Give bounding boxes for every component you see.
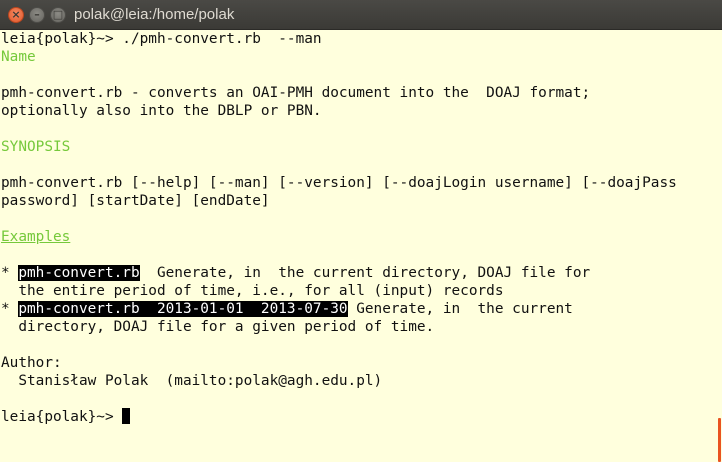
- terminal-output[interactable]: leia{polak}~> ./pmh-convert.rb --man Nam…: [0, 30, 716, 462]
- description-line: pmh-convert.rb - converts an OAI-PMH doc…: [1, 85, 591, 101]
- maximize-window-button[interactable]: □: [50, 7, 66, 23]
- author-line: Stanisław Polak (mailto:polak@agh.edu.pl…: [1, 373, 383, 389]
- title-bar[interactable]: × – □ polak@leia:/home/polak: [0, 0, 722, 30]
- example-item: * pmh-convert.rb Generate, in the curren…: [1, 265, 591, 281]
- section-heading-examples: Examples: [1, 229, 71, 245]
- author-label: Author:: [1, 355, 62, 371]
- terminal-window: × – □ polak@leia:/home/polak leia{polak}…: [0, 0, 722, 462]
- scrollbar-thumb[interactable]: [718, 418, 721, 462]
- example-command-highlight: pmh-convert.rb: [18, 265, 140, 281]
- command-line: leia{polak}~> ./pmh-convert.rb --man: [1, 31, 322, 47]
- minimize-window-button[interactable]: –: [29, 7, 45, 23]
- example-command-highlight: pmh-convert.rb 2013-01-01 2013-07-30: [18, 301, 348, 317]
- prompt-line[interactable]: leia{polak}~>: [1, 408, 131, 426]
- maximize-icon: □: [52, 8, 64, 21]
- scrollbar[interactable]: [716, 30, 722, 462]
- section-heading-synopsis: SYNOPSIS: [1, 139, 71, 155]
- synopsis-line: pmh-convert.rb [--help] [--man] [--versi…: [1, 175, 677, 191]
- description-line: optionally also into the DBLP or PBN.: [1, 103, 322, 119]
- section-heading-name: Name: [1, 49, 36, 65]
- synopsis-line: password] [startDate] [endDate]: [1, 193, 270, 209]
- example-continuation: directory, DOAJ file for a given period …: [1, 319, 435, 335]
- text-cursor: [122, 408, 131, 424]
- example-continuation: the entire period of time, i.e., for all…: [1, 283, 504, 299]
- minimize-icon: –: [34, 8, 40, 21]
- close-icon: ×: [11, 8, 21, 21]
- close-window-button[interactable]: ×: [8, 7, 24, 23]
- window-title: polak@leia:/home/polak: [74, 6, 235, 23]
- example-item: * pmh-convert.rb 2013-01-01 2013-07-30 G…: [1, 301, 573, 317]
